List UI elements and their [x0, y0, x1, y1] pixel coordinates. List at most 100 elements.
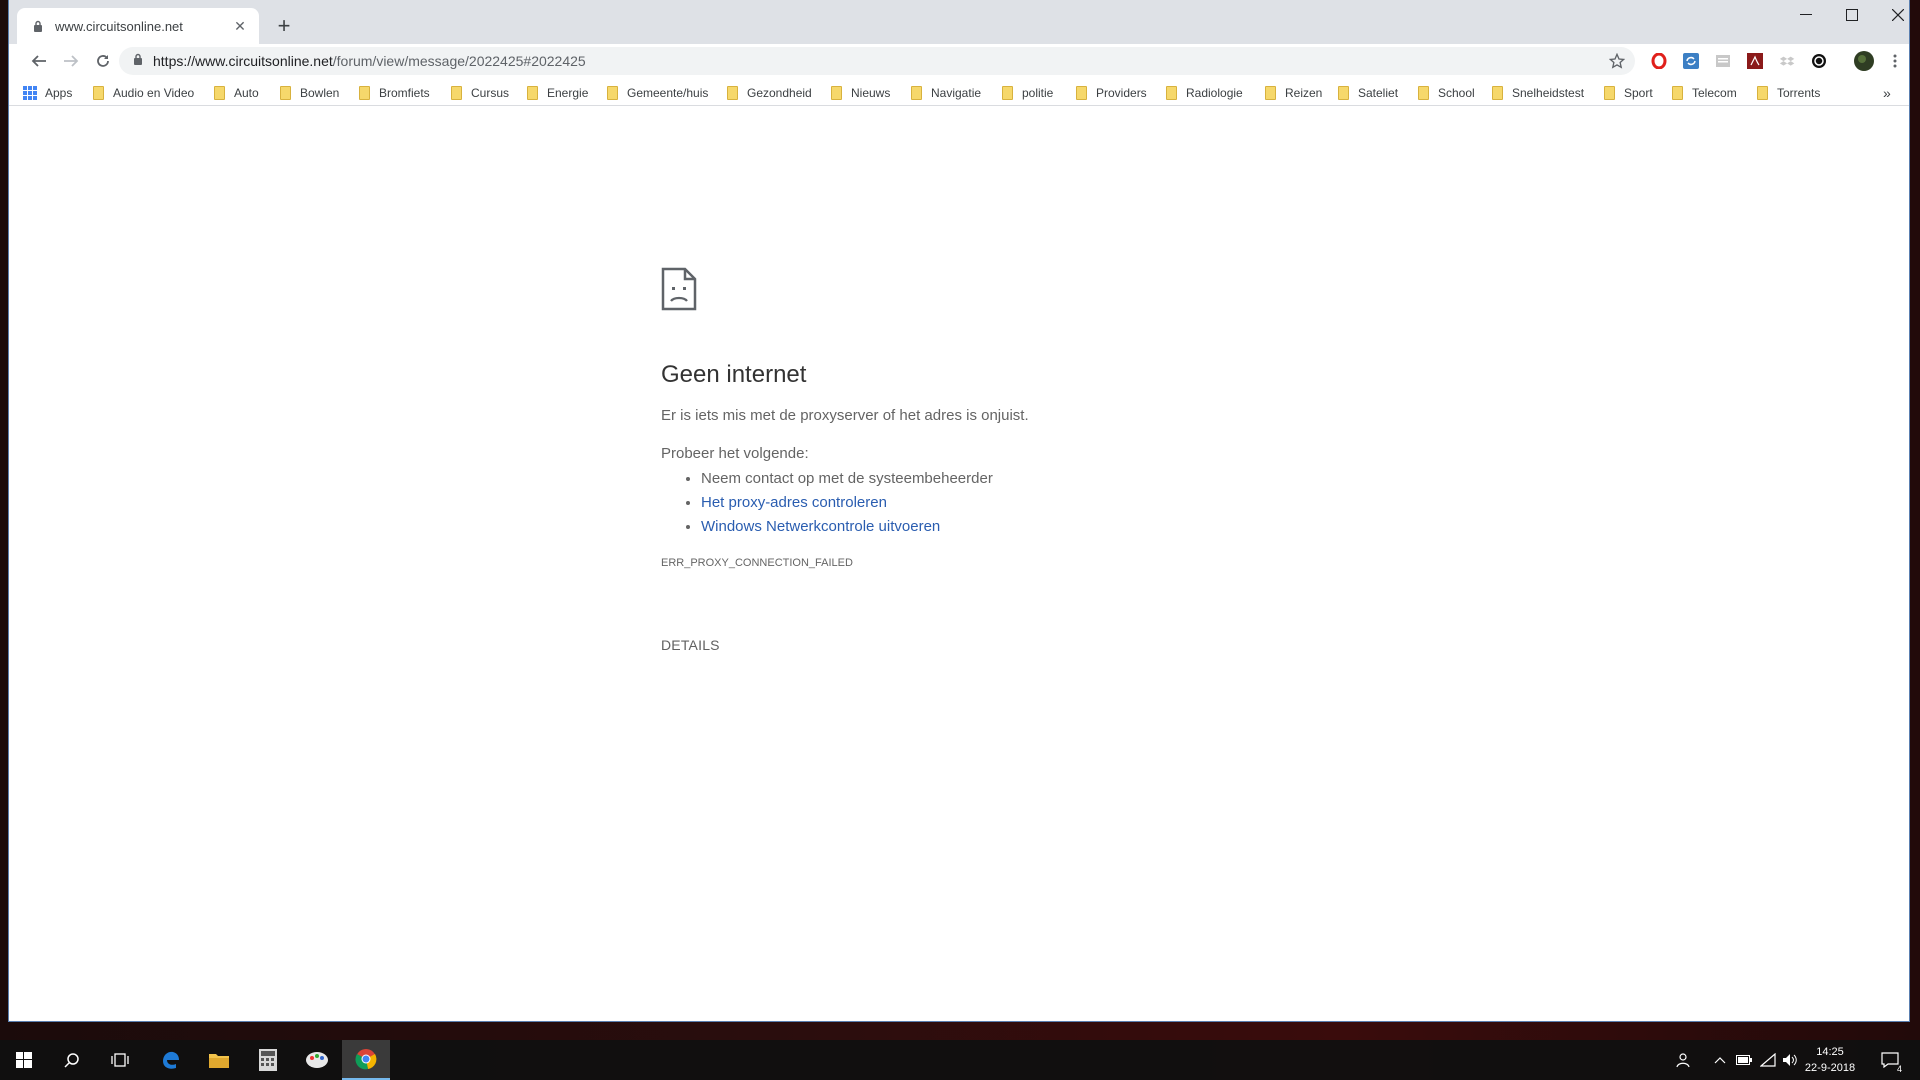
bookmark-folder[interactable]: Bromfiets [359, 84, 430, 102]
folder-icon [1604, 86, 1615, 100]
reader-extension-icon[interactable] [1713, 51, 1733, 71]
bookmark-folder[interactable]: Cursus [451, 84, 509, 102]
bookmark-folder[interactable]: Auto [214, 84, 259, 102]
error-code: ERR_PROXY_CONNECTION_FAILED [661, 557, 853, 569]
bookmark-folder[interactable]: Energie [527, 84, 588, 102]
search-icon[interactable] [48, 1040, 96, 1080]
calculator-icon[interactable] [244, 1040, 292, 1080]
folder-icon [527, 86, 538, 100]
tab-circuitsonline[interactable]: www.circuitsonline.net ✕ [17, 8, 259, 44]
edge-browser-icon[interactable] [147, 1040, 195, 1080]
dropbox-extension-icon[interactable] [1777, 51, 1797, 71]
network-icon[interactable] [1758, 1050, 1778, 1070]
bookmark-apps[interactable]: Apps [23, 84, 72, 102]
suggestions-heading: Probeer het volgende: [661, 445, 809, 462]
run-network-diagnostics-link[interactable]: Windows Netwerkcontrole uitvoeren [701, 518, 940, 535]
details-button[interactable]: DETAILS [661, 637, 1361, 653]
bookmark-folder[interactable]: Navigatie [911, 84, 981, 102]
bookmark-folder[interactable]: Bowlen [280, 84, 339, 102]
bookmarks-bar: Apps Audio en Video Auto Bowlen Bromfiet… [9, 78, 1909, 106]
folder-icon [727, 86, 738, 100]
clock-date: 22-9-2018 [1804, 1062, 1856, 1074]
chevron-up-icon[interactable] [1710, 1050, 1730, 1070]
folder-icon [1002, 86, 1013, 100]
bookmark-folder[interactable]: Nieuws [831, 84, 890, 102]
bookmark-folder[interactable]: Radiologie [1166, 84, 1243, 102]
battery-icon[interactable] [1734, 1050, 1754, 1070]
target-extension-icon[interactable] [1809, 51, 1829, 71]
profile-avatar[interactable] [1853, 50, 1875, 72]
new-tab-button[interactable]: + [271, 13, 297, 39]
browser-toolbar: https://www.circuitsonline.net/forum/vie… [9, 44, 1909, 78]
bookmark-folder[interactable]: Providers [1076, 84, 1147, 102]
folder-icon [214, 86, 225, 100]
task-view-icon[interactable] [96, 1040, 144, 1080]
suggestion-item: Windows Netwerkcontrole uitvoeren [701, 515, 1361, 539]
volume-icon[interactable] [1780, 1050, 1800, 1070]
menu-kebab-icon[interactable] [1885, 51, 1905, 71]
people-icon[interactable] [1674, 1050, 1694, 1070]
browser-window: www.circuitsonline.net ✕ + https://www.c… [8, 0, 1910, 1022]
url-text[interactable]: https://www.circuitsonline.net/forum/vie… [153, 53, 586, 69]
folder-icon [1166, 86, 1177, 100]
folder-icon [1338, 86, 1349, 100]
suggestion-item: Het proxy-adres controleren [701, 491, 1361, 515]
error-message: Er is iets mis met de proxyserver of het… [661, 407, 1029, 424]
folder-icon [1492, 86, 1503, 100]
suggestion-item: Neem contact op met de systeembeheerder [701, 467, 1361, 491]
clock-time: 14:25 [1816, 1046, 1844, 1058]
bookmarks-overflow-button[interactable]: » [1883, 84, 1891, 102]
paint-app-icon[interactable] [293, 1040, 341, 1080]
suggestions-list: Neem contact op met de systeembeheerder … [701, 467, 1361, 539]
url-host: https://www.circuitsonline.net [153, 53, 333, 69]
bookmark-folder[interactable]: Telecom [1672, 84, 1737, 102]
sync-extension-icon[interactable] [1681, 51, 1701, 71]
bookmark-folder[interactable]: Sport [1604, 84, 1653, 102]
tab-close-icon[interactable]: ✕ [231, 17, 249, 35]
reload-button[interactable] [89, 47, 117, 75]
bookmark-folder[interactable]: Gemeente/huis [607, 84, 708, 102]
folder-icon [359, 86, 370, 100]
sad-page-icon [661, 267, 697, 311]
system-clock[interactable]: 14:25 22-9-2018 [1800, 1044, 1860, 1076]
bookmark-star-icon[interactable] [1607, 51, 1627, 71]
pdf-extension-icon[interactable] [1745, 51, 1765, 71]
tab-title: www.circuitsonline.net [55, 18, 183, 34]
error-panel: Geen internet Er is iets mis met de prox… [661, 267, 1361, 653]
bookmark-folder[interactable]: Torrents [1757, 84, 1820, 102]
back-button[interactable] [25, 47, 53, 75]
bookmark-folder[interactable]: Gezondheid [727, 84, 812, 102]
folder-icon [911, 86, 922, 100]
error-heading: Geen internet [661, 361, 807, 388]
notification-count: 4 [1896, 1064, 1902, 1074]
windows-taskbar: 14:25 22-9-2018 4 [0, 1040, 1920, 1080]
opera-extension-icon[interactable] [1649, 51, 1669, 71]
folder-icon [280, 86, 291, 100]
folder-icon [451, 86, 462, 100]
address-bar[interactable]: https://www.circuitsonline.net/forum/vie… [119, 47, 1635, 75]
folder-icon [1265, 86, 1276, 100]
bookmark-folder[interactable]: School [1418, 84, 1475, 102]
check-proxy-link[interactable]: Het proxy-adres controleren [701, 494, 887, 511]
folder-icon [1757, 86, 1768, 100]
bookmark-folder[interactable]: Audio en Video [93, 84, 194, 102]
notification-center-icon[interactable]: 4 [1880, 1050, 1902, 1074]
chrome-taskbar-icon[interactable] [342, 1040, 390, 1080]
minimize-button[interactable] [1783, 0, 1829, 30]
folder-icon [1076, 86, 1087, 100]
close-window-button[interactable] [1875, 0, 1909, 30]
forward-button[interactable] [57, 47, 85, 75]
bookmark-folder[interactable]: Reizen [1265, 84, 1322, 102]
page-content: Geen internet Er is iets mis met de prox… [9, 107, 1909, 1021]
maximize-button[interactable] [1829, 0, 1875, 30]
bookmark-folder[interactable]: politie [1002, 84, 1053, 102]
bookmark-folder[interactable]: Sateliet [1338, 84, 1398, 102]
folder-icon [1418, 86, 1429, 100]
folder-icon [93, 86, 104, 100]
start-button[interactable] [0, 1040, 48, 1080]
file-explorer-icon[interactable] [195, 1040, 243, 1080]
apps-grid-icon [23, 86, 37, 100]
tab-strip: www.circuitsonline.net ✕ + [9, 0, 1909, 44]
secure-lock-icon [133, 52, 143, 70]
bookmark-folder[interactable]: Snelheidstest [1492, 84, 1584, 102]
